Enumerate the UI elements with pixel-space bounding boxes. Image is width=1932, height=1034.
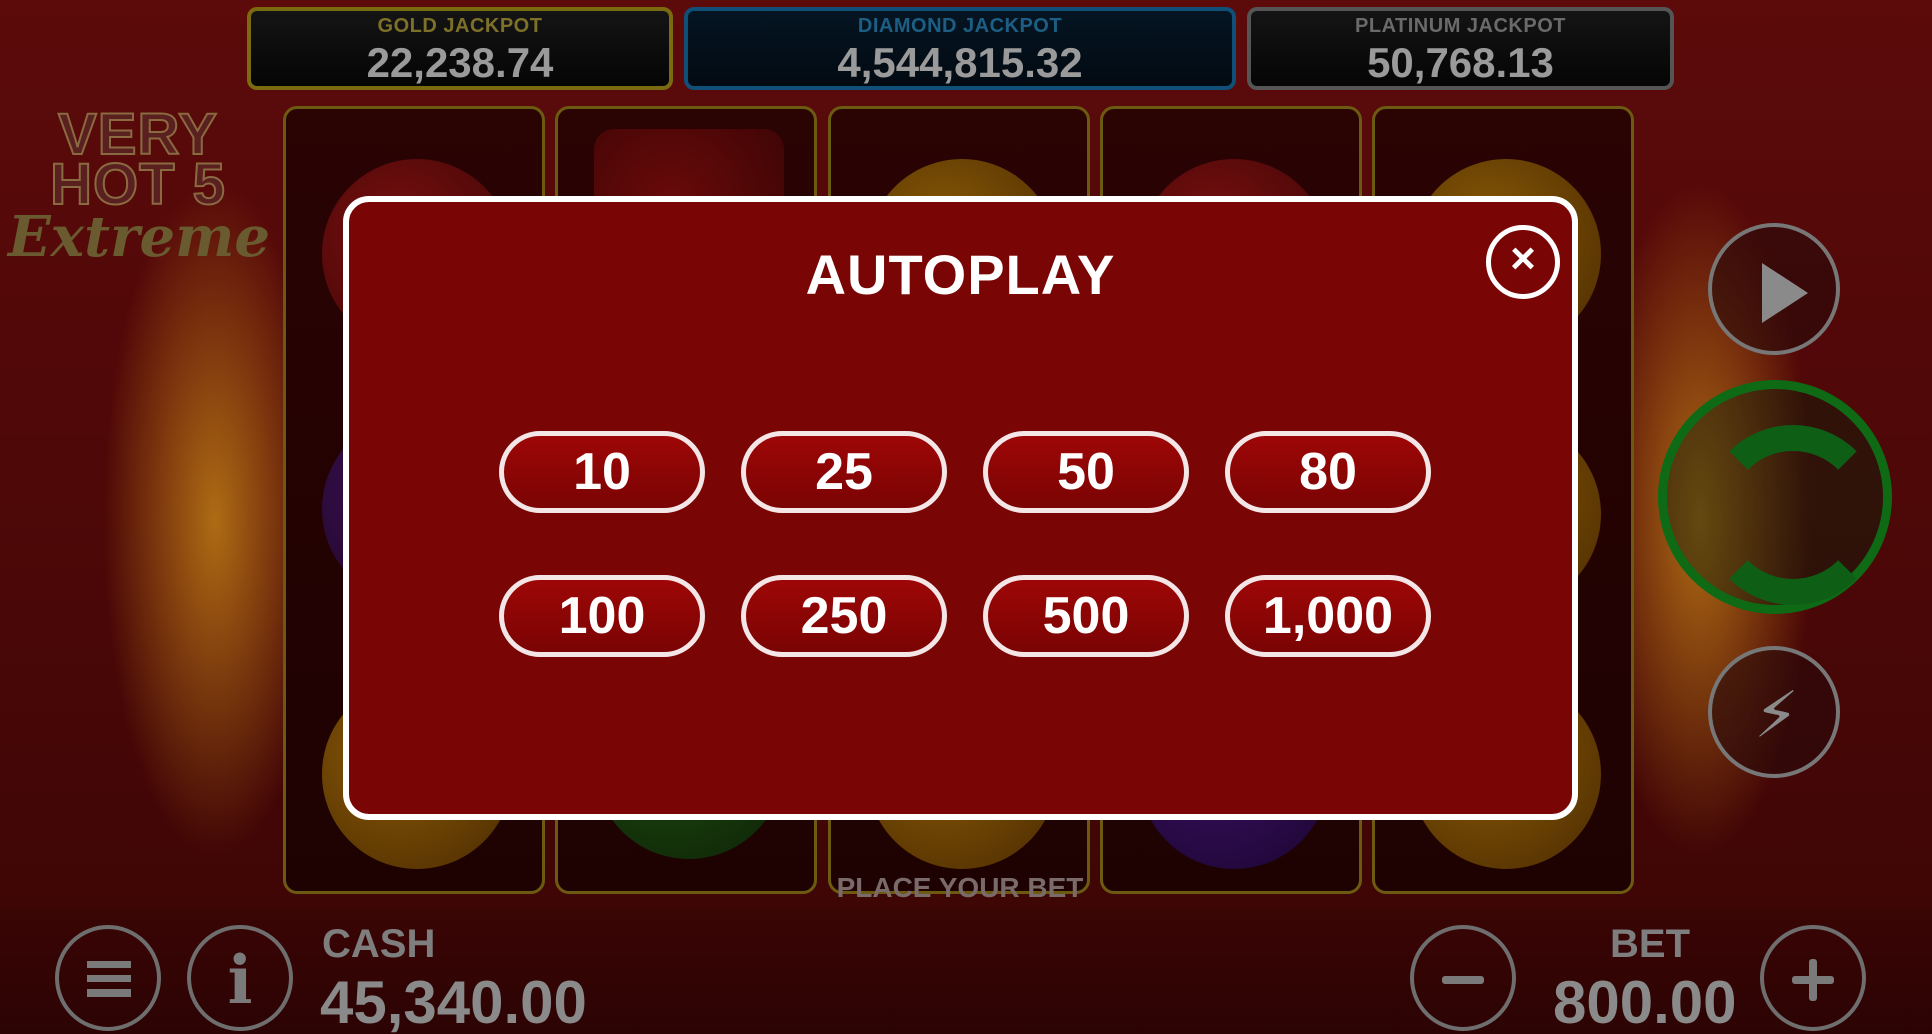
diamond-jackpot-value: 4,544,815.32 (837, 39, 1083, 86)
bet-label: BET (1610, 922, 1690, 966)
logo-line-3: Extreme (8, 204, 270, 270)
autoplay-option-1000[interactable]: 1,000 (1225, 575, 1431, 657)
autoplay-button[interactable] (1658, 380, 1892, 614)
refresh-icon (1703, 425, 1883, 605)
gold-jackpot-value: 22,238.74 (366, 39, 554, 86)
autoplay-title: AUTOPLAY (805, 243, 1116, 306)
game-logo: VERY HOT 5 Extreme (8, 105, 270, 280)
play-button[interactable] (1708, 223, 1840, 355)
decrease-bet-button[interactable] (1410, 925, 1516, 1031)
minus-icon (1442, 976, 1484, 984)
autoplay-option-80[interactable]: 80 (1225, 431, 1431, 513)
lightning-off-icon: ⚡ (1754, 679, 1799, 751)
autoplay-option-250[interactable]: 250 (741, 575, 947, 657)
autoplay-option-25[interactable]: 25 (741, 431, 947, 513)
close-icon: × (1510, 234, 1536, 283)
info-icon: i (227, 941, 253, 1019)
logo-line-2: HOT 5 (49, 152, 226, 217)
cash-value: 45,340.00 (320, 969, 587, 1034)
menu-button[interactable] (55, 925, 161, 1031)
turbo-button[interactable]: ⚡ (1708, 646, 1840, 778)
platinum-jackpot-value: 50,768.13 (1367, 39, 1554, 86)
diamond-jackpot: DIAMOND JACKPOT 4,544,815.32 (684, 7, 1236, 90)
autoplay-option-100[interactable]: 100 (499, 575, 705, 657)
autoplay-option-10[interactable]: 10 (499, 431, 705, 513)
hamburger-icon (87, 961, 131, 997)
game-stage: GOLD JACKPOT 22,238.74 DIAMOND JACKPOT 4… (0, 0, 1932, 1034)
autoplay-option-50[interactable]: 50 (983, 431, 1189, 513)
close-button[interactable]: × (1486, 225, 1560, 299)
play-icon (1762, 263, 1808, 323)
status-message: PLACE YOUR BET (836, 872, 1084, 903)
platinum-jackpot-label: PLATINUM JACKPOT (1355, 15, 1566, 37)
platinum-jackpot: PLATINUM JACKPOT 50,768.13 (1247, 7, 1674, 90)
gold-jackpot-label: GOLD JACKPOT (377, 15, 543, 37)
bet-value: 800.00 (1553, 969, 1737, 1034)
autoplay-dialog: AUTOPLAY × 10 25 50 80 100 250 500 1,000 (343, 196, 1578, 820)
gold-jackpot: GOLD JACKPOT 22,238.74 (247, 7, 673, 90)
increase-bet-button[interactable] (1760, 925, 1866, 1031)
autoplay-option-500[interactable]: 500 (983, 575, 1189, 657)
cash-label: CASH (322, 922, 436, 966)
info-button[interactable]: i (187, 925, 293, 1031)
plus-icon-stem (1809, 959, 1817, 1001)
diamond-jackpot-label: DIAMOND JACKPOT (857, 15, 1063, 37)
